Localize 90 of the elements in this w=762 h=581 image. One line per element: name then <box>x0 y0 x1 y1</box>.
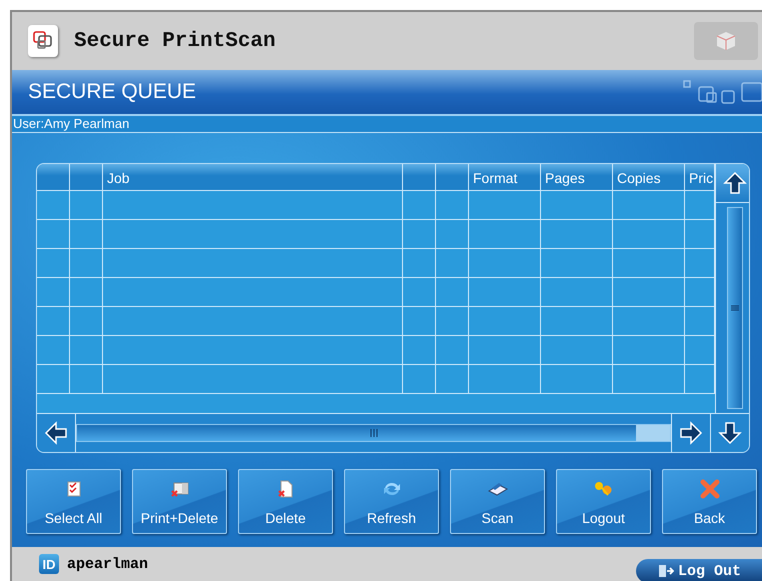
table-cell <box>613 220 685 249</box>
table-cell <box>37 336 70 365</box>
table-cell <box>37 307 70 336</box>
scroll-left-button[interactable] <box>44 421 68 446</box>
table-cell <box>469 191 541 220</box>
table-cell <box>613 307 685 336</box>
table-cell <box>541 307 613 336</box>
toolbar-button[interactable]: Back <box>662 469 757 534</box>
table-cell <box>436 191 469 220</box>
app-logo-icon <box>28 25 58 57</box>
table-cell <box>70 249 103 278</box>
table-cell <box>70 191 103 220</box>
column-header[interactable]: Pric <box>685 164 715 191</box>
table-cell <box>541 191 613 220</box>
table-cell <box>541 249 613 278</box>
document-delete-icon <box>278 480 294 498</box>
table-cell <box>70 220 103 249</box>
checklist-icon <box>66 481 80 497</box>
scroll-right-button[interactable] <box>679 421 703 446</box>
column-header[interactable] <box>403 164 436 191</box>
scroll-down-button[interactable] <box>718 421 742 446</box>
table-cell <box>436 249 469 278</box>
scanner-icon <box>486 482 508 496</box>
refresh-icon <box>382 480 402 498</box>
table-cell <box>613 365 685 394</box>
table-cell <box>613 336 685 365</box>
table-cell <box>436 336 469 365</box>
exit-door-icon <box>658 564 674 578</box>
table-cell <box>469 365 541 394</box>
table-cell <box>403 220 436 249</box>
table-cell <box>541 220 613 249</box>
id-badge: ID <box>39 554 59 574</box>
vertical-scrollbar[interactable] <box>727 207 743 410</box>
table-cell <box>403 191 436 220</box>
table-cell <box>541 365 613 394</box>
table-cell <box>403 336 436 365</box>
table-cell <box>70 336 103 365</box>
table-cell <box>469 220 541 249</box>
table-cell <box>403 365 436 394</box>
table-cell <box>541 336 613 365</box>
table-cell <box>70 307 103 336</box>
sign-out-button[interactable]: Log Out <box>636 559 762 581</box>
screen-title: SECURE QUEUE <box>28 80 196 104</box>
column-header[interactable] <box>70 164 103 191</box>
toolbar-button[interactable]: Select All <box>26 469 121 534</box>
toolbar-button[interactable]: Refresh <box>344 469 439 534</box>
column-header[interactable]: Pages <box>541 164 613 191</box>
table-cell <box>436 307 469 336</box>
table-cell <box>403 249 436 278</box>
grip-icon <box>370 429 378 438</box>
grip-icon <box>731 305 739 312</box>
table-cell <box>436 220 469 249</box>
column-header[interactable]: Job <box>103 164 403 191</box>
table-cell <box>436 365 469 394</box>
keys-icon <box>594 481 614 497</box>
table-cell <box>37 365 70 394</box>
toolbar-button[interactable]: Logout <box>556 469 651 534</box>
toolbar-button[interactable]: Print+Delete <box>132 469 227 534</box>
table-cell <box>469 307 541 336</box>
printer-delete-icon <box>170 481 190 497</box>
column-header[interactable] <box>436 164 469 191</box>
table-cell <box>70 365 103 394</box>
table-cell <box>37 249 70 278</box>
app-title: Secure PrintScan <box>74 30 277 52</box>
table-cell <box>541 278 613 307</box>
close-icon <box>700 479 720 499</box>
table-cell <box>37 278 70 307</box>
table-cell <box>70 278 103 307</box>
table-cell <box>436 278 469 307</box>
toolbar-button[interactable]: Scan <box>450 469 545 534</box>
table-cell <box>469 336 541 365</box>
scrollbar-thumb[interactable] <box>636 425 670 441</box>
username: apearlman <box>67 556 150 572</box>
horizontal-scrollbar[interactable] <box>76 424 671 442</box>
table-cell <box>613 249 685 278</box>
column-header[interactable] <box>37 164 70 191</box>
table-cell <box>403 278 436 307</box>
column-header[interactable]: Copies <box>613 164 685 191</box>
table-cell <box>403 307 436 336</box>
table-cell <box>469 278 541 307</box>
cube-icon <box>715 30 737 52</box>
column-header[interactable]: Format <box>469 164 541 191</box>
table-cell <box>613 278 685 307</box>
table-cell <box>469 249 541 278</box>
table-cell <box>613 191 685 220</box>
user-label: User:Amy Pearlman <box>13 116 130 132</box>
table-cell <box>37 220 70 249</box>
scroll-up-button[interactable] <box>723 171 747 195</box>
table-cell <box>37 191 70 220</box>
toolbar-button[interactable]: Delete <box>238 469 333 534</box>
